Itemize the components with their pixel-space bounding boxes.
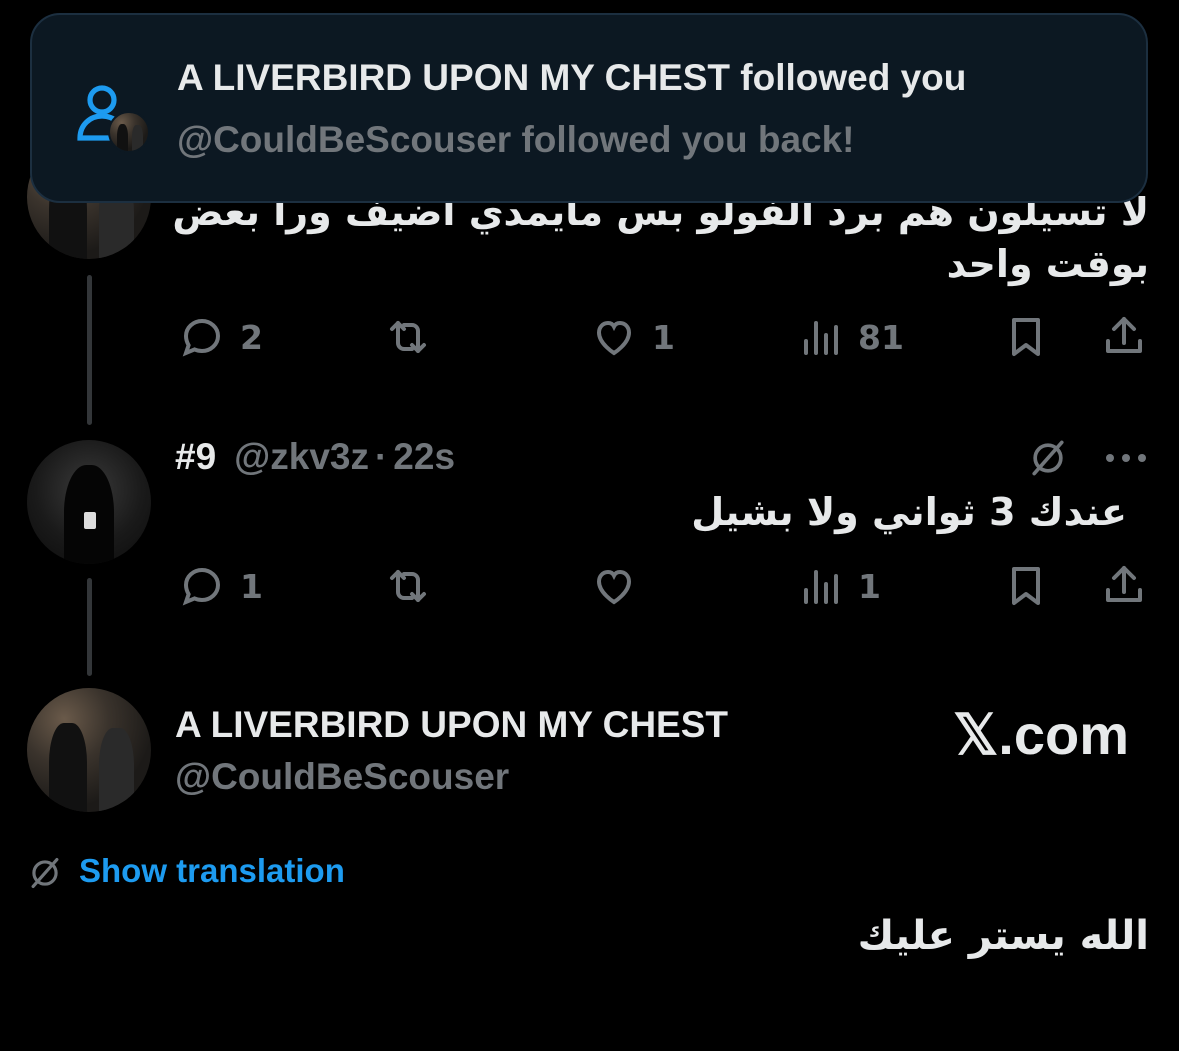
heart-icon — [596, 569, 632, 605]
share-button[interactable] — [1100, 313, 1148, 361]
tweet-header: #9 @zkv3z · 22s — [175, 436, 455, 478]
retweet-icon — [390, 321, 426, 353]
bookmark-button[interactable] — [1002, 313, 1050, 361]
retweet-button[interactable] — [384, 562, 432, 610]
retweet-button[interactable] — [384, 313, 432, 361]
notification-title: A LIVERBIRD UPON MY CHEST followed you — [177, 57, 967, 98]
reply-button[interactable]: 2 — [178, 313, 263, 361]
heart-icon — [596, 320, 632, 356]
translate-icon — [31, 857, 59, 889]
profile-avatar[interactable] — [27, 688, 151, 812]
views-count: 81 — [858, 317, 904, 357]
views-button[interactable]: 1 — [796, 562, 881, 610]
notification-avatar — [108, 111, 150, 153]
profile-name[interactable]: A LIVERBIRD UPON MY CHEST — [175, 704, 728, 746]
reply-count: 2 — [240, 317, 263, 357]
bookmark-icon — [1012, 318, 1040, 356]
x-watermark: 𝕏.com — [953, 703, 1129, 766]
author-handle[interactable]: @zkv3z — [234, 436, 369, 478]
reply-icon — [182, 318, 221, 357]
reply-count: 1 — [240, 566, 263, 606]
bookmark-icon — [1012, 567, 1040, 605]
share-button[interactable] — [1100, 562, 1148, 610]
profile-handle[interactable]: @CouldBeScouser — [175, 756, 509, 798]
share-icon — [1106, 566, 1142, 602]
show-translation-link[interactable]: Show translation — [79, 852, 345, 890]
bio-text: الله يستر عليك — [857, 913, 1149, 959]
like-count: 1 — [652, 317, 675, 357]
timestamp[interactable]: 22s — [393, 436, 455, 478]
notification-subtitle: @CouldBeScouser followed you back! — [177, 119, 855, 160]
reply-button[interactable]: 1 — [178, 562, 263, 610]
follow-notification[interactable]: A LIVERBIRD UPON MY CHEST followed you @… — [30, 13, 1148, 203]
views-icon — [804, 321, 838, 355]
tweet-text: عندك 3 ثواني ولا بشيل — [691, 490, 1127, 534]
author-name[interactable]: #9 — [175, 436, 216, 478]
reply-icon — [182, 567, 221, 606]
avatar[interactable] — [27, 440, 151, 564]
share-icon — [1106, 317, 1142, 353]
more-icon[interactable] — [1104, 446, 1148, 470]
tweet-text-line2: بوقت واحد — [946, 242, 1149, 286]
grok-icon[interactable] — [1026, 436, 1070, 480]
bookmark-button[interactable] — [1002, 562, 1050, 610]
views-button[interactable]: 81 — [796, 313, 904, 361]
like-button[interactable]: 1 — [590, 313, 675, 361]
like-button[interactable] — [590, 562, 638, 610]
retweet-icon — [390, 570, 426, 602]
separator: · — [374, 436, 388, 477]
views-count: 1 — [858, 566, 881, 606]
thread-line — [87, 578, 92, 676]
views-icon — [804, 570, 838, 604]
thread-line — [87, 275, 92, 425]
